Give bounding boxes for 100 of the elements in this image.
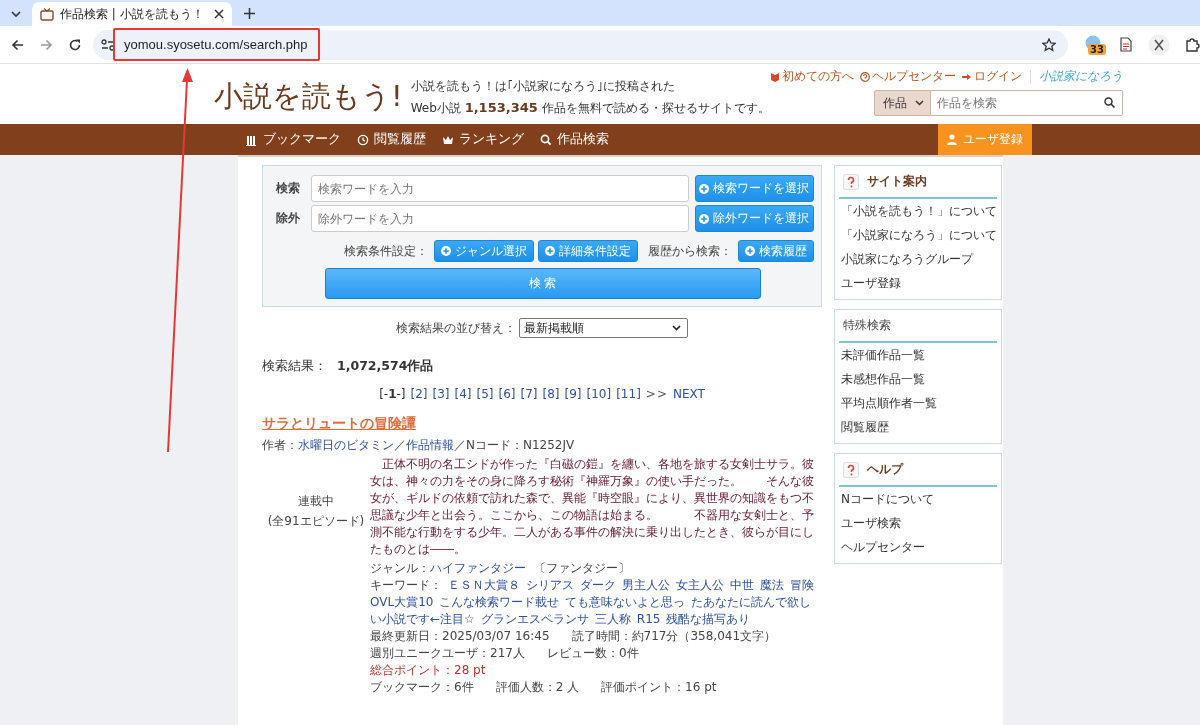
search-field[interactable]: 作品を検索 bbox=[930, 90, 1123, 116]
keyword-link[interactable]: 男主人公 bbox=[622, 577, 670, 594]
tv-icon bbox=[40, 7, 54, 21]
sidebar-link[interactable]: Nコードについて bbox=[839, 487, 997, 511]
tagline-text: Web小説 1,153,345 作品を無料で読める・探せるサイトです。 bbox=[410, 99, 770, 117]
stat-text: 週別ユニークユーザ：217人 bbox=[370, 646, 525, 660]
page-link[interactable]: [11] bbox=[616, 387, 641, 401]
page-link[interactable]: [6] bbox=[498, 387, 516, 401]
author-link[interactable]: 水曜日のビタミン bbox=[298, 438, 394, 452]
login-icon bbox=[961, 71, 972, 82]
close-icon[interactable] bbox=[214, 9, 224, 19]
keyword-link[interactable]: OVL大賞10 bbox=[370, 594, 434, 611]
input-field[interactable]: 除外ワードを入力 bbox=[310, 205, 689, 232]
plus-icon bbox=[745, 246, 755, 256]
tab-list-icon[interactable] bbox=[10, 10, 22, 18]
browser-tab[interactable]: 作品検索 | 小説を読もう！ bbox=[32, 2, 232, 26]
history-icon bbox=[357, 133, 369, 146]
keyword-link[interactable]: ＥＳＮ大賞８ bbox=[448, 577, 520, 594]
plus-icon bbox=[699, 213, 710, 224]
puzzle-icon[interactable] bbox=[1186, 37, 1200, 52]
page-link[interactable]: [8] bbox=[542, 387, 560, 401]
sidebar-link[interactable]: ヘルプセンター bbox=[839, 535, 997, 559]
url-text: yomou.syosetu.com/search.php bbox=[124, 37, 308, 52]
sort-label: 検索結果の並び替え： bbox=[396, 319, 516, 337]
nav-link[interactable]: ランキング bbox=[434, 124, 532, 155]
info-link[interactable]: 作品情報 bbox=[406, 438, 454, 452]
keyword-link[interactable]: こんな検索ワード載せ bbox=[439, 594, 560, 611]
category-select[interactable]: 作品 bbox=[873, 90, 931, 116]
page-link[interactable]: [10] bbox=[586, 387, 612, 401]
page-link[interactable]: [3] bbox=[432, 387, 450, 401]
current-page[interactable]: [-1-] bbox=[379, 387, 406, 401]
tagline-text: 小説を読もう！は｢小説家になろう｣に投稿された bbox=[410, 78, 676, 95]
genre-link[interactable]: ハイファンタジー bbox=[430, 561, 526, 575]
sidebar-heading: ヘルプ bbox=[867, 461, 903, 478]
sidebar-link[interactable]: ユーザ登録 bbox=[839, 271, 997, 295]
address-bar[interactable]: yomou.syosetu.com/search.php bbox=[93, 29, 1068, 60]
sidebar-link[interactable]: 未感想作品一覧 bbox=[839, 367, 997, 391]
question-icon bbox=[843, 461, 859, 478]
condition-label: 検索条件設定： bbox=[344, 242, 428, 260]
question-icon bbox=[843, 173, 859, 190]
search-icon bbox=[540, 133, 552, 146]
results-count: 1,072,574作品 bbox=[337, 358, 434, 375]
page-link[interactable]: [9] bbox=[564, 387, 582, 401]
nav-link[interactable]: ブックマーク bbox=[238, 124, 349, 155]
keyword-link[interactable]: 魔法 bbox=[760, 577, 784, 594]
stat-text: 総合ポイント：28 pt bbox=[370, 663, 486, 677]
sidebar-link[interactable]: ユーザ検索 bbox=[839, 511, 997, 535]
next-link[interactable]: NEXT bbox=[672, 387, 705, 401]
keyword-link[interactable]: たあなたに読んで欲し bbox=[691, 594, 812, 611]
keyword-link[interactable]: シリアス bbox=[526, 577, 574, 594]
keyword-link[interactable]: グランエスペランサ bbox=[480, 611, 589, 628]
keyword-link[interactable]: 三人称 bbox=[594, 611, 631, 628]
arrow-text: >> bbox=[645, 387, 668, 401]
input-field[interactable]: 検索ワードを入力 bbox=[310, 175, 689, 202]
keyword-link[interactable]: 中世 bbox=[730, 577, 754, 594]
keyword-link[interactable]: ダーク bbox=[580, 577, 616, 594]
nav-link[interactable]: 作品検索 bbox=[532, 124, 617, 155]
keyword-link[interactable]: 冒険 bbox=[790, 577, 814, 594]
new-tab-icon[interactable] bbox=[244, 8, 255, 19]
site-info-icon[interactable] bbox=[101, 38, 115, 51]
keyword-link[interactable]: ても意味ないよと思っ bbox=[565, 594, 686, 611]
field-label: 除外 bbox=[274, 210, 301, 227]
reload-icon[interactable] bbox=[69, 38, 81, 51]
site-logo[interactable]: 小説を読もう! bbox=[214, 77, 403, 117]
tab-title: 作品検索 | 小説を読もう！ bbox=[60, 5, 204, 23]
sidebar-link[interactable]: 平均点順作者一覧 bbox=[839, 391, 997, 415]
search-icon[interactable] bbox=[1103, 97, 1115, 108]
sidebar-link[interactable]: 「小説を読もう！」について bbox=[839, 199, 997, 223]
plus-icon bbox=[545, 246, 555, 256]
sidebar-link[interactable]: 小説家になろうグループ bbox=[839, 247, 997, 271]
keyword-link[interactable]: 女主人公 bbox=[676, 577, 724, 594]
status-text: 連載中 bbox=[297, 493, 335, 510]
document-icon[interactable] bbox=[1120, 37, 1132, 52]
extension-icon[interactable]: 33 bbox=[1084, 34, 1104, 55]
page-link[interactable]: [5] bbox=[476, 387, 494, 401]
back-icon[interactable] bbox=[11, 38, 24, 51]
stat-text: 評価ポイント：16 pt bbox=[601, 680, 717, 694]
synopsis-text: 正体不明の名工シドが作った『白磁の鎧』を纏い、各地を旅する女剣士サラ。彼女は、神々の力をその身に降ろす秘術『神羅万象』の使い手だった。 そんな彼女が、ギルドの依頼で訪れた森で、異能『時空眼』により、異世界の知識をもつ不思議な少年と出会う。ここから、この物語は始まる。 不器用な女剣士と、予測不能な行動をする少年。二人がある事件の解決に乗り出したとき、彼らが目にしたものとは――。 bbox=[370, 456, 815, 558]
keyword-link[interactable]: 残酷な描写あり bbox=[666, 611, 751, 628]
sidebar-link[interactable]: 「小説家になろう」について bbox=[839, 223, 997, 247]
sort-select[interactable]: 最新掲載順 bbox=[519, 318, 688, 338]
page-link[interactable]: [7] bbox=[520, 387, 538, 401]
stat-text: ブックマーク：6件 bbox=[370, 680, 474, 694]
keyword-link[interactable]: い小説です←注目☆ bbox=[370, 611, 475, 628]
x-mark-icon[interactable] bbox=[1148, 33, 1170, 56]
header-link[interactable]: 初めての方へ bbox=[769, 68, 854, 85]
forward-icon[interactable] bbox=[40, 38, 53, 51]
keyword-link[interactable]: R15 bbox=[636, 611, 661, 628]
history-label: 履歴から検索： bbox=[648, 242, 732, 260]
sidebar-link[interactable]: 閲覧履歴 bbox=[839, 415, 997, 439]
nav-link[interactable]: 閲覧履歴 bbox=[349, 124, 434, 155]
header-link[interactable]: ログイン bbox=[961, 68, 1022, 85]
extension-badge: 33 bbox=[1088, 43, 1106, 55]
star-icon[interactable] bbox=[1042, 37, 1056, 52]
sidebar-link[interactable]: 未評価作品一覧 bbox=[839, 343, 997, 367]
header-link[interactable]: ヘルプセンター bbox=[859, 68, 956, 85]
page-link[interactable]: [4] bbox=[454, 387, 472, 401]
page-link[interactable]: [2] bbox=[410, 387, 428, 401]
field-label: 検索 bbox=[274, 180, 301, 197]
stat-text: 評価人数：2 人 bbox=[495, 680, 580, 694]
